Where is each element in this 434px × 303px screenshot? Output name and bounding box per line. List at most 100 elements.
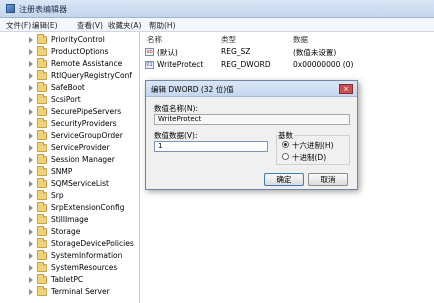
- expand-arrow-icon[interactable]: [29, 289, 35, 295]
- tree-item-label: ServiceProvider: [51, 143, 110, 152]
- tree-item[interactable]: SystemInformation: [0, 250, 139, 262]
- tree-item-label: SystemInformation: [51, 251, 123, 260]
- menu-file[interactable]: 文件(F): [6, 20, 31, 31]
- tree-item-label: SystemResources: [51, 263, 118, 272]
- folder-icon: [37, 250, 47, 260]
- expand-arrow-icon[interactable]: [29, 85, 35, 91]
- edit-dword-dialog: 编辑 DWORD (32 位)值 × 数值名称(N): WriteProtect…: [145, 80, 358, 190]
- folder-icon: [37, 178, 47, 188]
- expand-arrow-icon[interactable]: [29, 37, 35, 43]
- column-name[interactable]: 名称: [147, 34, 162, 45]
- tree-item-label: SNMP: [51, 167, 73, 176]
- expand-arrow-icon[interactable]: [29, 253, 35, 259]
- tree-item-label: Storage: [51, 227, 81, 236]
- menu-favorites[interactable]: 收藏夹(A): [108, 20, 141, 31]
- tree-item[interactable]: ScsiPort: [0, 94, 139, 106]
- folder-icon: [37, 58, 47, 68]
- cancel-button[interactable]: 取消: [308, 173, 348, 186]
- tree-item-label: TabletPC: [51, 275, 84, 284]
- expand-arrow-icon[interactable]: [29, 169, 35, 175]
- expand-arrow-icon[interactable]: [29, 241, 35, 247]
- binary-value-icon: 01: [145, 61, 154, 69]
- value-data-input[interactable]: 1: [154, 141, 268, 152]
- tree-item[interactable]: ServiceProvider: [0, 142, 139, 154]
- tree-item-label: RtlQueryRegistryConf: [51, 71, 132, 80]
- expand-arrow-icon[interactable]: [29, 157, 35, 163]
- tree-item[interactable]: PriorityControl: [0, 34, 139, 46]
- menu-view[interactable]: 查看(V): [77, 20, 103, 31]
- expand-arrow-icon[interactable]: [29, 133, 35, 139]
- folder-icon: [37, 142, 47, 152]
- decimal-radio-label[interactable]: 十进制(D): [292, 152, 326, 163]
- folder-icon: [37, 130, 47, 140]
- hex-radio[interactable]: [282, 141, 289, 148]
- value-row-default[interactable]: ab (默认) REG_SZ (数值未设置): [141, 46, 434, 58]
- tree-item[interactable]: TabletPC: [0, 274, 139, 286]
- value-data: 0x00000000 (0): [293, 60, 354, 69]
- tree-item-label: StillImage: [51, 215, 89, 224]
- close-icon[interactable]: ×: [339, 84, 353, 94]
- tree-item[interactable]: SecurityProviders: [0, 118, 139, 130]
- tree-item[interactable]: SQMServiceList: [0, 178, 139, 190]
- tree-item[interactable]: Session Manager: [0, 154, 139, 166]
- expand-arrow-icon[interactable]: [29, 265, 35, 271]
- tree-item[interactable]: SrpExtensionConfig: [0, 202, 139, 214]
- expand-arrow-icon[interactable]: [29, 49, 35, 55]
- folder-icon: [37, 118, 47, 128]
- tree-item[interactable]: RtlQueryRegistryConf: [0, 70, 139, 82]
- value-row-writeprotect[interactable]: 01 WriteProtect REG_DWORD 0x00000000 (0): [141, 59, 434, 71]
- tree-item[interactable]: SystemResources: [0, 262, 139, 274]
- tree-item[interactable]: StorageDevicePolicies: [0, 238, 139, 250]
- value-name: (默认): [157, 48, 178, 57]
- expand-arrow-icon[interactable]: [29, 277, 35, 283]
- value-type: REG_DWORD: [221, 60, 271, 69]
- expand-arrow-icon[interactable]: [29, 61, 35, 67]
- expand-arrow-icon[interactable]: [29, 145, 35, 151]
- expand-arrow-icon[interactable]: [29, 193, 35, 199]
- folder-icon: [37, 94, 47, 104]
- folder-icon: [37, 214, 47, 224]
- expand-arrow-icon[interactable]: [29, 181, 35, 187]
- window-title: 注册表编辑器: [19, 5, 67, 14]
- expand-arrow-icon[interactable]: [29, 229, 35, 235]
- tree-item-label: Srp: [51, 191, 64, 200]
- decimal-radio[interactable]: [282, 153, 289, 160]
- expand-arrow-icon[interactable]: [29, 97, 35, 103]
- expand-arrow-icon[interactable]: [29, 73, 35, 79]
- folder-icon: [37, 274, 47, 284]
- expand-arrow-icon[interactable]: [29, 121, 35, 127]
- tree-item[interactable]: ServiceGroupOrder: [0, 130, 139, 142]
- dialog-title-bar[interactable]: 编辑 DWORD (32 位)值 ×: [146, 81, 357, 97]
- column-data[interactable]: 数据: [293, 34, 308, 45]
- folder-icon: [37, 238, 47, 248]
- string-value-icon: ab: [145, 48, 154, 56]
- folder-icon: [37, 226, 47, 236]
- expand-arrow-icon[interactable]: [29, 217, 35, 223]
- tree-item[interactable]: Remote Assistance: [0, 58, 139, 70]
- hex-radio-label[interactable]: 十六进制(H): [292, 140, 334, 151]
- menu-edit[interactable]: 编辑(E): [32, 20, 58, 31]
- folder-icon: [37, 70, 47, 80]
- tree-item[interactable]: SafeBoot: [0, 82, 139, 94]
- expand-arrow-icon[interactable]: [29, 109, 35, 115]
- tree-item[interactable]: StillImage: [0, 214, 139, 226]
- tree-item-label: ServiceGroupOrder: [51, 131, 123, 140]
- tree-item[interactable]: ProductOptions: [0, 46, 139, 58]
- ok-button[interactable]: 确定: [264, 173, 304, 186]
- column-type[interactable]: 类型: [221, 34, 236, 45]
- menu-help[interactable]: 帮助(H): [149, 20, 176, 31]
- folder-icon: [37, 34, 47, 44]
- folder-icon: [37, 262, 47, 272]
- tree-item[interactable]: SNMP: [0, 166, 139, 178]
- tree-item[interactable]: Storage: [0, 226, 139, 238]
- tree-item[interactable]: SecurePipeServers: [0, 106, 139, 118]
- tree-item[interactable]: Terminal Server: [0, 286, 139, 298]
- dialog-title: 编辑 DWORD (32 位)值: [151, 85, 234, 94]
- expand-arrow-icon[interactable]: [29, 205, 35, 211]
- folder-icon: [37, 106, 47, 116]
- tree-item[interactable]: Srp: [0, 190, 139, 202]
- tree-item-label: ProductOptions: [51, 47, 109, 56]
- tree-item-label: ScsiPort: [51, 95, 81, 104]
- value-name-label: 数值名称(N):: [154, 104, 198, 113]
- registry-tree[interactable]: PriorityControl ProductOptions Remote Assi…: [0, 32, 140, 303]
